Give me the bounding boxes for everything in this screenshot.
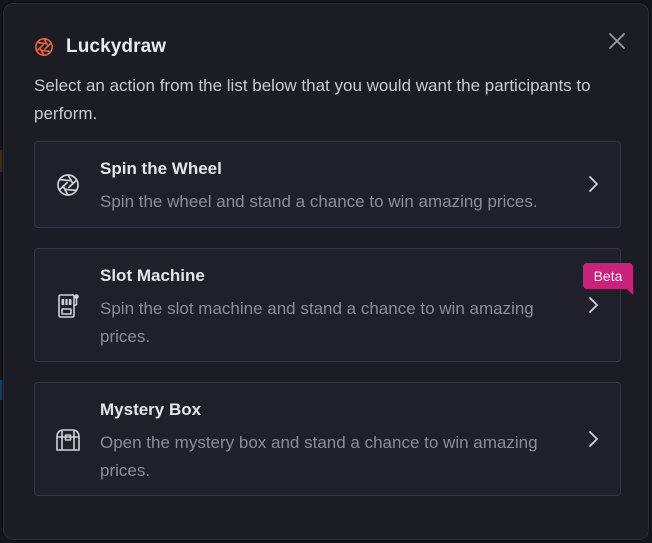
action-card-slot-machine[interactable]: Slot Machine Spin the slot machine and s…	[34, 248, 621, 362]
action-title: Spin the Wheel	[100, 159, 222, 178]
modal-subtitle: Select an action from the list below tha…	[34, 76, 591, 123]
beta-badge: Beta	[583, 263, 633, 295]
action-card-mystery-box[interactable]: Mystery Box Open the mystery box and sta…	[34, 382, 621, 496]
wheel-icon	[55, 172, 81, 198]
modal-header: Luckydraw	[34, 32, 166, 62]
modal-title: Luckydraw	[66, 36, 167, 57]
close-button[interactable]	[604, 28, 630, 54]
action-description: Spin the slot machine and stand a chance…	[100, 299, 534, 346]
treasure-chest-icon	[55, 427, 81, 453]
slot-machine-icon	[55, 293, 81, 319]
action-description: Spin the wheel and stand a chance to win…	[100, 192, 538, 211]
chevron-right-icon	[583, 295, 603, 315]
chevron-right-icon	[583, 174, 603, 194]
aperture-icon	[34, 37, 54, 57]
close-icon	[608, 32, 626, 50]
chevron-right-icon	[583, 429, 603, 449]
action-title: Mystery Box	[100, 400, 202, 419]
luckydraw-modal: Luckydraw Select an action from the list…	[3, 3, 649, 540]
action-card-spin-the-wheel[interactable]: Spin the Wheel Spin the wheel and stand …	[34, 141, 621, 228]
action-description: Open the mystery box and stand a chance …	[100, 433, 538, 480]
action-title: Slot Machine	[100, 266, 205, 285]
